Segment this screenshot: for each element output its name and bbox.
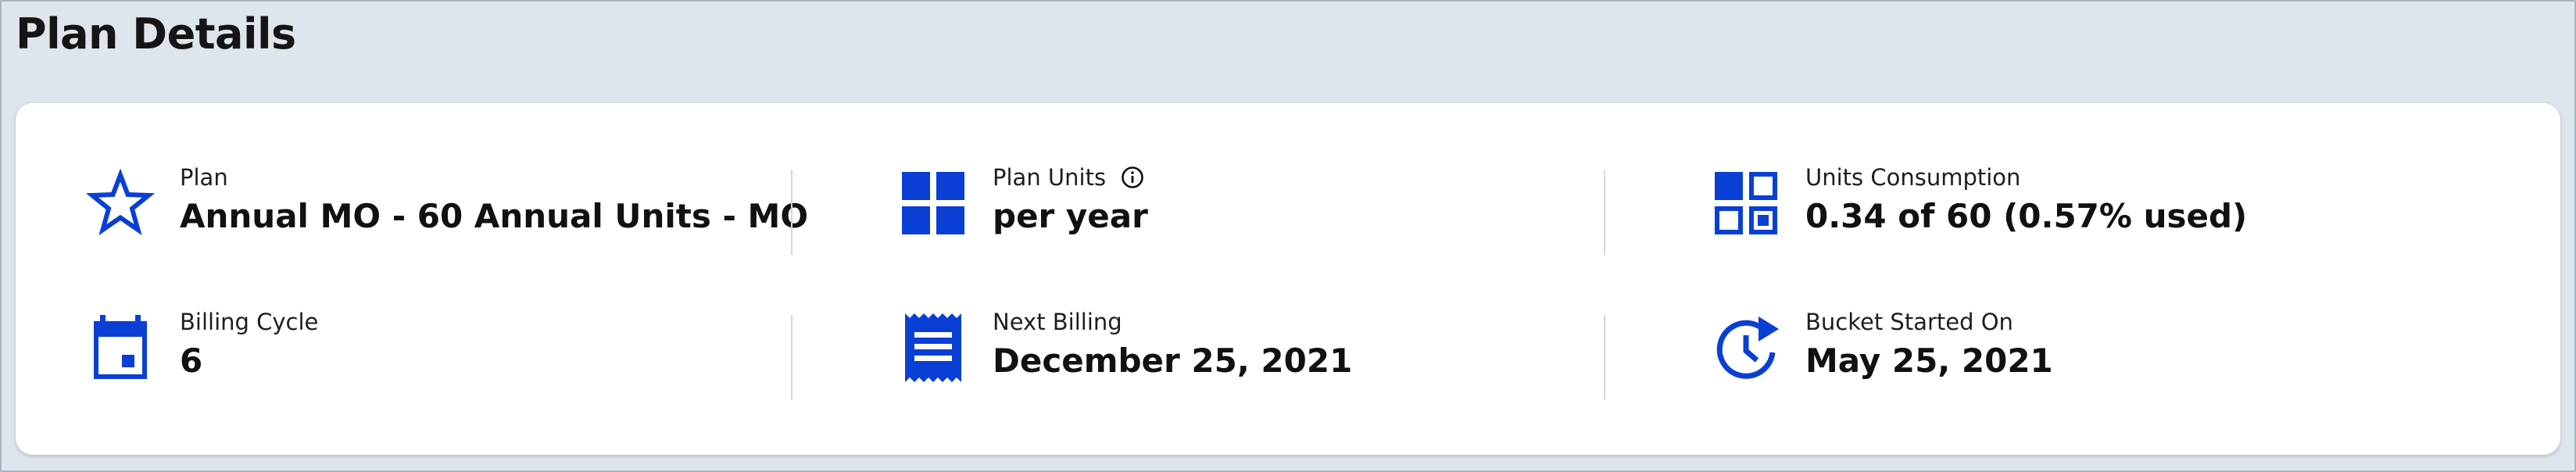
plan-label: Plan <box>180 164 228 191</box>
divider <box>1604 315 1605 399</box>
billing-cycle-detail: Billing Cycle 6 <box>84 302 866 412</box>
star-icon <box>84 167 156 239</box>
divider <box>1604 170 1605 255</box>
divider <box>791 315 792 399</box>
bucket-started-on-value: May 25, 2021 <box>1805 341 2053 380</box>
calendar-icon <box>84 312 156 384</box>
next-billing-detail: Next Billing December 25, 2021 <box>897 302 1679 412</box>
restart-clock-icon <box>1710 312 1782 384</box>
info-icon[interactable] <box>1121 166 1144 189</box>
receipt-icon <box>897 312 969 384</box>
details-row: Billing Cycle 6 Next Billing December 25… <box>16 302 2560 412</box>
details-row: Plan Annual MO - 60 Annual Units - MO Pl… <box>16 158 2560 267</box>
plan-units-label-text: Plan Units <box>993 164 1107 191</box>
next-billing-label: Next Billing <box>993 309 1122 335</box>
dashboard-icon <box>1710 167 1782 239</box>
plan-units-label: Plan Units <box>993 164 1144 191</box>
billing-cycle-value: 6 <box>180 341 203 380</box>
units-consumption-label: Units Consumption <box>1805 164 2021 191</box>
grid-icon <box>897 167 969 239</box>
next-billing-value: December 25, 2021 <box>993 341 1353 380</box>
plan-value: Annual MO - 60 Annual Units - MO <box>180 197 809 235</box>
bucket-started-on-label: Bucket Started On <box>1805 309 2013 335</box>
units-consumption-detail: Units Consumption 0.34 of 60 (0.57% used… <box>1710 158 2492 267</box>
plan-units-detail: Plan Units per year <box>897 158 1679 267</box>
plan-detail: Plan Annual MO - 60 Annual Units - MO <box>84 158 866 267</box>
plan-details-card: Plan Annual MO - 60 Annual Units - MO Pl… <box>16 103 2560 455</box>
billing-cycle-label: Billing Cycle <box>180 309 319 335</box>
units-consumption-value: 0.34 of 60 (0.57% used) <box>1805 197 2248 235</box>
bucket-started-on-detail: Bucket Started On May 25, 2021 <box>1710 302 2492 412</box>
divider <box>791 170 792 255</box>
page-title: Plan Details <box>16 9 296 59</box>
plan-units-value: per year <box>993 197 1148 235</box>
